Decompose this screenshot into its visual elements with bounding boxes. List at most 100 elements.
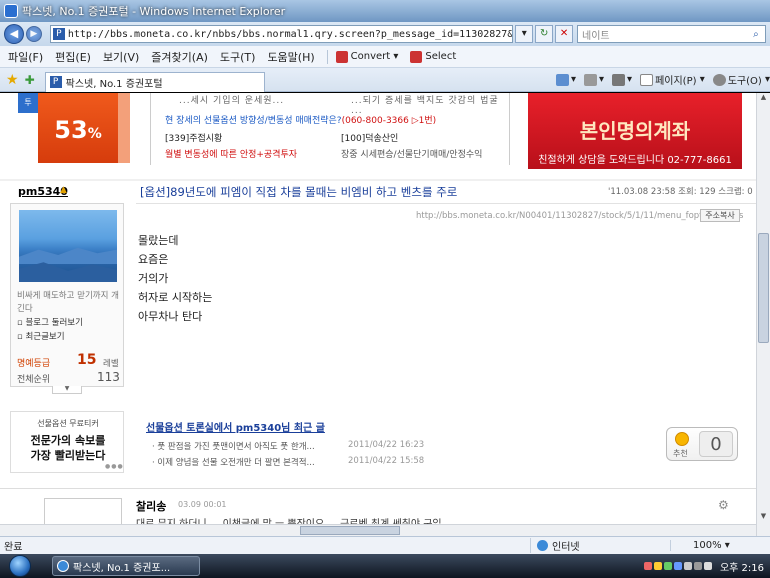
volume-icon[interactable] [703, 562, 712, 570]
menu-edit[interactable]: 편집(E) [55, 49, 91, 65]
profile-expand-icon[interactable]: ▼ [52, 386, 82, 394]
convert-icon [335, 50, 348, 63]
tray-icon[interactable] [693, 562, 702, 570]
menu-help[interactable]: 도움말(H) [267, 49, 314, 65]
forward-button[interactable]: ▶ [25, 26, 42, 42]
profile-bio: 비싸게 매도하고 맏기까지 개긴다 [17, 291, 119, 314]
ad-pager-dots[interactable]: ●●● [105, 463, 124, 470]
post-body-line: 허자로 시작하는 [138, 291, 213, 304]
level-unit: 레벨 [103, 359, 119, 369]
tray-icon[interactable] [673, 562, 682, 570]
rank-value: 113 [97, 370, 120, 384]
address-bar[interactable]: P http://bbs.moneta.co.kr/nbbs/bbs.norma… [49, 25, 514, 43]
zone-label: 인터넷 [552, 542, 580, 553]
taskbar-clock[interactable]: 오후 2:16 [720, 559, 764, 574]
mid-ad-line3b[interactable]: 장중 시세편승/선물단기매매/안정수익 [341, 147, 482, 160]
gear-icon [712, 73, 726, 86]
search-input[interactable]: 네이트 ⌕ [577, 25, 766, 43]
page-menu-button[interactable]: 페이지(P) ▾ [640, 72, 705, 87]
level-label: 명예등급 [17, 359, 51, 369]
page-icon [640, 73, 654, 86]
select-label: Select [425, 51, 457, 62]
copy-url-button[interactable]: 주소복사 [700, 209, 740, 222]
taskbar-window-label: 팍스넷, No.1 증권포... [73, 562, 171, 574]
favorites-star-icon[interactable]: ★ [6, 72, 19, 88]
back-button[interactable]: ◀ [4, 24, 24, 44]
home-icon [555, 73, 569, 86]
recent-post-text: 이제 양념을 선물 오전개만 더 팔면 본격적... [157, 458, 315, 468]
select-icon [410, 50, 423, 63]
command-bar: ▾ ▾ ▾ 페이지(P) ▾ 도구(O) ▾ [548, 72, 770, 87]
post-body-line: 요즘은 [138, 253, 169, 266]
mid-ad-line3a[interactable]: 월별 변동성에 따른 안정+공격투자 [165, 147, 297, 160]
hscroll-thumb[interactable] [300, 526, 400, 535]
print-button[interactable]: ▾ [612, 73, 632, 86]
address-url[interactable]: http://bbs.moneta.co.kr/nbbs/bbs.normal1… [68, 29, 512, 40]
address-dropdown-button[interactable]: ▾ [515, 25, 534, 43]
recommend-button[interactable]: 추천 0 [666, 427, 738, 461]
tools-menu-button[interactable]: 도구(O) ▾ [712, 72, 770, 87]
home-button[interactable]: ▾ [555, 73, 576, 86]
site-favicon-icon: P [52, 28, 65, 40]
taskbar-ie-window[interactable]: 팍스넷, No.1 증권포... [52, 556, 200, 576]
blog-link[interactable]: ▫ 블로그 둘러보기 [17, 316, 83, 328]
tray-icon[interactable] [663, 562, 672, 570]
ad-left-tag: 투 [18, 93, 38, 113]
tray-icon[interactable] [683, 562, 692, 570]
ad-percent-strip [118, 93, 130, 163]
menu-file[interactable]: 파일(F) [8, 49, 43, 65]
security-zone[interactable]: 인터넷 [530, 538, 670, 553]
recent-posts-link[interactable]: ▫ 최근글보기 [17, 330, 65, 342]
start-button[interactable] [0, 554, 40, 578]
convert-button[interactable]: Convert ▾ [335, 50, 398, 63]
smile-icon [675, 432, 689, 446]
ad-percent-banner[interactable]: 53% [38, 93, 118, 163]
vertical-scrollbar[interactable]: ▲ ▼ [756, 93, 770, 536]
print-icon [612, 73, 626, 86]
user-menu-icon[interactable]: ▲ [60, 185, 67, 195]
mid-ad-line2a[interactable]: [339]주접시황 [165, 131, 222, 144]
tab-paxnet[interactable]: P 팍스넷, No.1 증권포털 [44, 71, 265, 92]
horizontal-scrollbar[interactable] [0, 524, 756, 536]
mid-ad-line2b[interactable]: [100]덕송산인 [341, 131, 398, 144]
stop-icon[interactable]: ✕ [555, 25, 573, 43]
account-ad-banner[interactable]: 본인명의계좌 친절하게 상담을 도와드립니다 02-777-8661 [528, 93, 742, 169]
recent-post-date: 2011/04/22 16:23 [348, 440, 425, 450]
post-body-line: 아무차나 탄다 [138, 310, 203, 323]
search-placeholder: 네이트 [582, 30, 610, 42]
status-text: 완료 [4, 542, 23, 553]
zoom-value: 100% [693, 540, 722, 551]
mid-ad-phone: (060-800-3366 ▷1번) [341, 116, 437, 126]
menu-view[interactable]: 보기(V) [103, 49, 139, 65]
refresh-icon[interactable]: ↻ [535, 25, 554, 43]
recent-posts-title[interactable]: 선물옵션 토론실에서 pm5340님 최근 글 [146, 419, 325, 434]
feeds-icon [584, 73, 598, 86]
account-ad-subtitle: 친절하게 상담을 도와드립니다 02-777-8661 [538, 155, 732, 166]
recent-post-text: 풋 판점을 가진 풋맨이면서 아직도 풋 한개... [157, 442, 315, 452]
menu-tools[interactable]: 도구(T) [220, 49, 256, 65]
recent-post-item[interactable]: · 풋 판점을 가진 풋맨이면서 아직도 풋 한개... 2011/04/22 … [152, 440, 424, 452]
scroll-down-arrow-icon[interactable]: ▼ [757, 512, 770, 524]
tab-bar: ★ ✚ P 팍스넷, No.1 증권포털 ▾ ▾ ▾ 페이지(P) ▾ 도구(O… [0, 68, 770, 92]
scroll-thumb[interactable] [758, 233, 769, 343]
tray-icon[interactable] [643, 562, 652, 570]
search-icon[interactable]: ⌕ [747, 29, 765, 40]
feeds-button[interactable]: ▾ [584, 73, 604, 86]
ie-icon [4, 4, 18, 18]
banner-divider [0, 179, 756, 181]
comment-author[interactable]: 찰리송 [136, 498, 166, 514]
zoom-control[interactable]: 100% ▾ [670, 540, 770, 551]
tab-favicon-icon: P [49, 76, 62, 88]
recent-post-date: 2011/04/22 15:58 [348, 456, 425, 466]
add-favorite-icon[interactable]: ✚ [25, 73, 35, 87]
settings-icon[interactable]: ⚙ [718, 498, 729, 512]
ticker-ad[interactable]: 선물옵션 무료티커 전문가의 속보를 가장 빨리받는다 ●●● [10, 411, 124, 473]
menu-favorites[interactable]: 즐겨찾기(A) [151, 49, 208, 65]
tray-icon[interactable] [653, 562, 662, 570]
scroll-up-arrow-icon[interactable]: ▲ [757, 93, 770, 105]
recent-post-item[interactable]: · 이제 양념을 선물 오전개만 더 팔면 본격적... 2011/04/22 … [152, 456, 424, 468]
convert-label: Convert [350, 51, 391, 62]
select-button[interactable]: Select [410, 50, 457, 63]
mid-ad-banner[interactable]: ...세시 기입의 운세원... ...되기 증세를 백지도 갓감의 법굴 ..… [150, 93, 510, 165]
comment-date: 03.09 00:01 [178, 500, 227, 509]
